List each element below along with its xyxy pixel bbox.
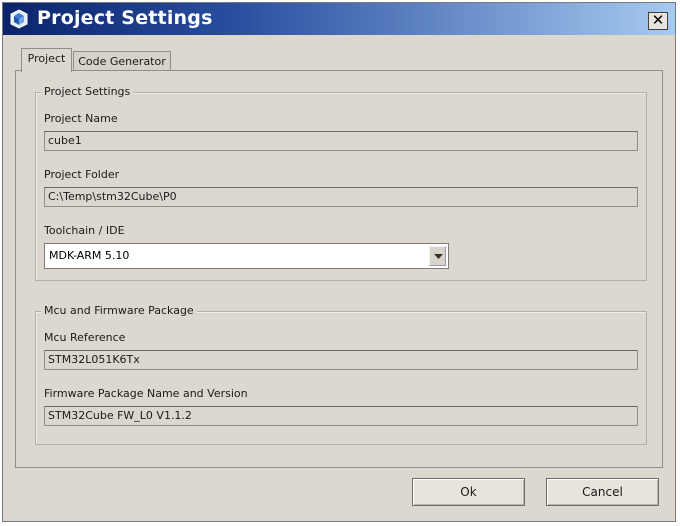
group-title: Mcu and Firmware Package: [41, 304, 197, 317]
project-settings-dialog: Project Settings ✕ Project Code Generato…: [2, 2, 676, 522]
ok-button[interactable]: Ok: [412, 478, 525, 506]
project-folder-field[interactable]: C:\Temp\stm32Cube\P0: [44, 187, 638, 207]
cancel-button[interactable]: Cancel: [546, 478, 659, 506]
tab-panel-project: Project Settings Project Name cube1 Proj…: [15, 70, 663, 468]
title-bar[interactable]: Project Settings ✕: [3, 3, 675, 35]
close-icon: ✕: [651, 11, 665, 29]
project-name-label: Project Name: [44, 112, 118, 125]
toolchain-select[interactable]: MDK-ARM 5.10: [44, 243, 449, 269]
firmware-package-field[interactable]: STM32Cube FW_L0 V1.1.2: [44, 406, 638, 426]
group-title: Project Settings: [41, 85, 134, 98]
tab-label: Project: [27, 52, 66, 65]
firmware-package-label: Firmware Package Name and Version: [44, 387, 248, 400]
cancel-button-label: Cancel: [582, 485, 623, 499]
ok-button-label: Ok: [460, 485, 477, 499]
project-folder-label: Project Folder: [44, 168, 120, 181]
project-name-value: cube1: [48, 134, 82, 147]
mcu-reference-label: Mcu Reference: [44, 331, 126, 344]
cube-icon: [9, 9, 29, 29]
tab-project[interactable]: Project: [21, 48, 72, 72]
mcu-reference-value: STM32L051K6Tx: [48, 353, 140, 366]
chevron-down-icon: [434, 254, 443, 259]
project-folder-value: C:\Temp\stm32Cube\P0: [48, 190, 177, 203]
project-name-field[interactable]: cube1: [44, 131, 638, 151]
toolchain-label: Toolchain / IDE: [44, 224, 125, 237]
toolchain-value: MDK-ARM 5.10: [49, 249, 130, 262]
mcu-reference-field[interactable]: STM32L051K6Tx: [44, 350, 638, 370]
firmware-package-value: STM32Cube FW_L0 V1.1.2: [48, 409, 192, 422]
close-button[interactable]: ✕: [648, 12, 668, 30]
window-title: Project Settings: [37, 7, 213, 29]
tab-label: Code Generator: [78, 55, 166, 68]
dropdown-button[interactable]: [429, 246, 446, 266]
